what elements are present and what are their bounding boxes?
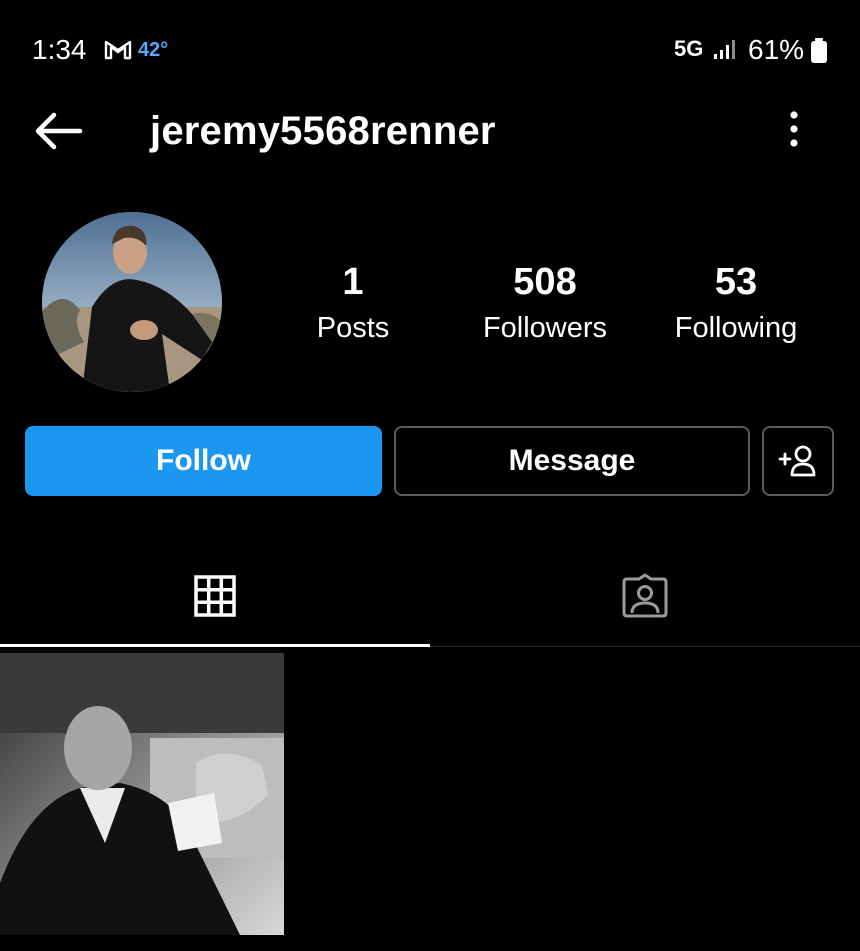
status-temperature: 42° bbox=[138, 39, 169, 61]
posts-count: 1 bbox=[342, 261, 364, 303]
post-thumbnail[interactable] bbox=[0, 653, 284, 935]
status-time: 1:34 bbox=[32, 34, 87, 65]
message-button[interactable]: Message bbox=[394, 426, 750, 496]
tagged-person-icon bbox=[622, 573, 668, 618]
followers-stat[interactable]: 508 Followers bbox=[465, 258, 625, 348]
battery-icon bbox=[811, 38, 827, 63]
follow-button[interactable]: Follow bbox=[25, 426, 382, 496]
suggest-users-button[interactable] bbox=[762, 426, 834, 496]
following-label: Following bbox=[674, 312, 798, 344]
add-person-icon bbox=[778, 445, 816, 477]
signal-icon bbox=[714, 40, 735, 59]
post-photo bbox=[0, 653, 284, 935]
status-bar: 1:34 42° 5G 61% bbox=[0, 0, 860, 100]
tab-posts-grid[interactable] bbox=[0, 546, 430, 646]
followers-count: 508 bbox=[513, 261, 577, 303]
grid-icon bbox=[194, 575, 236, 617]
tab-divider bbox=[430, 646, 860, 647]
more-vertical-icon[interactable] bbox=[776, 106, 812, 152]
profile-avatar[interactable] bbox=[42, 212, 222, 392]
tab-tagged[interactable] bbox=[430, 546, 860, 646]
back-arrow-icon[interactable] bbox=[30, 108, 84, 154]
gmail-icon bbox=[104, 40, 132, 60]
posts-label: Posts bbox=[316, 312, 390, 344]
active-tab-indicator bbox=[0, 644, 430, 647]
status-battery-percent: 61% bbox=[748, 34, 805, 65]
profile-username: jeremy5568renner bbox=[150, 109, 496, 153]
avatar-photo bbox=[42, 212, 222, 392]
following-count: 53 bbox=[714, 261, 758, 303]
following-stat[interactable]: 53 Following bbox=[656, 258, 816, 348]
followers-label: Followers bbox=[482, 312, 608, 344]
posts-stat[interactable]: 1 Posts bbox=[273, 258, 433, 348]
status-network: 5G bbox=[674, 36, 704, 61]
